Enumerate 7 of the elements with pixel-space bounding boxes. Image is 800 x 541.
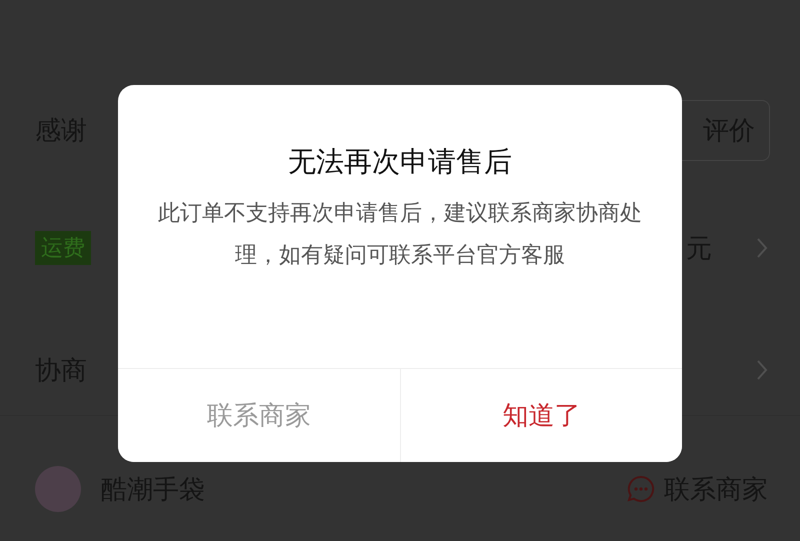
dialog-title: 无法再次申请售后	[287, 144, 513, 180]
chevron-icon	[756, 237, 768, 259]
chat-icon[interactable]	[626, 474, 656, 504]
dialog-message: 此订单不支持再次申请售后，建议联系商家协商处理，如有疑问可联系平台官方客服	[157, 200, 643, 270]
dialog-button[interactable]: 知道了	[400, 369, 682, 462]
shop-avatar	[35, 466, 81, 512]
chevron-icon	[756, 359, 768, 381]
